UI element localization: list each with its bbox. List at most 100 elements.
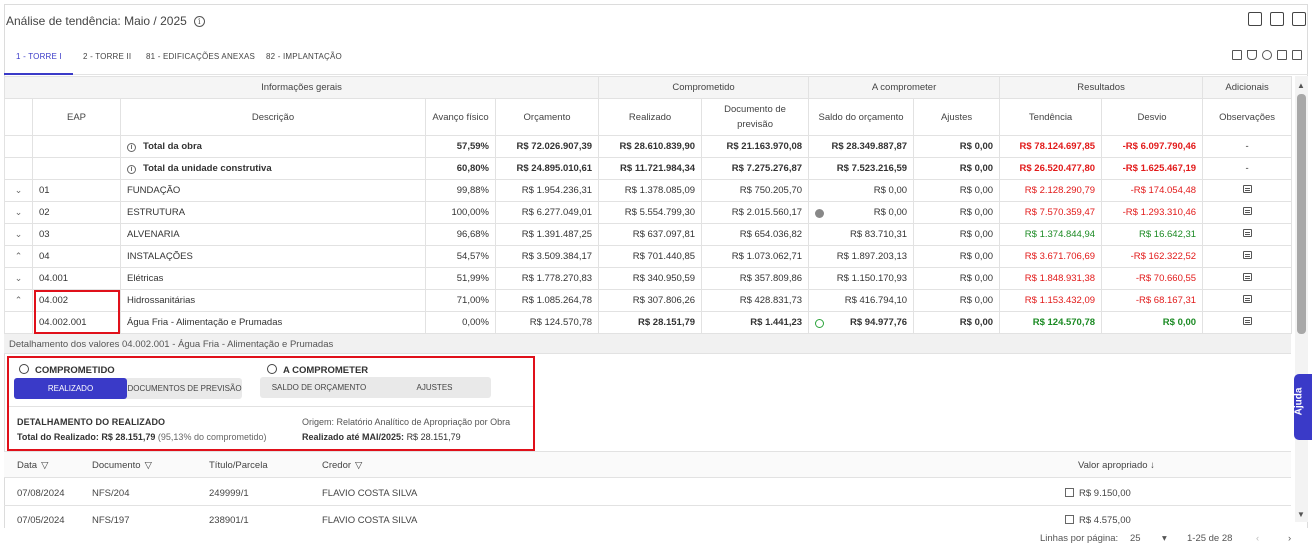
ajustes-cell: R$ 0,00 bbox=[913, 201, 1001, 224]
filter-icon[interactable]: ▽ bbox=[355, 460, 362, 471]
comment-icon[interactable] bbox=[1242, 317, 1252, 325]
observacoes-cell[interactable] bbox=[1202, 223, 1293, 246]
comment-icon[interactable] bbox=[1242, 251, 1252, 259]
export-icon[interactable] bbox=[1270, 12, 1284, 26]
columns-icon[interactable] bbox=[1232, 50, 1242, 60]
info-icon[interactable]: i bbox=[127, 165, 136, 174]
info-icon[interactable]: i bbox=[193, 15, 205, 27]
saldo-orcamento-button[interactable]: SALDO DE ORÇAMENTO bbox=[260, 377, 378, 398]
filter-icon[interactable]: ▽ bbox=[145, 460, 152, 471]
expand-toggle[interactable]: ⌄ bbox=[4, 201, 33, 224]
col-avanco-fisico[interactable]: Avanço físico bbox=[425, 98, 496, 136]
col-saldo-orcamento[interactable]: Saldo do orçamento bbox=[808, 98, 915, 136]
save-icon[interactable] bbox=[1292, 12, 1306, 26]
desvio-cell: -R$ 6.097.790,46 bbox=[1101, 135, 1204, 158]
col-eap[interactable]: EAP bbox=[32, 98, 121, 136]
prev-page-icon[interactable]: ‹ bbox=[1256, 533, 1259, 543]
table-row[interactable]: 04.002.001 Água Fria - Alimentação e Prum… bbox=[4, 311, 1293, 334]
comment-icon[interactable] bbox=[1242, 207, 1252, 215]
col-observacoes[interactable]: Observações bbox=[1202, 98, 1293, 136]
expand-toggle[interactable] bbox=[4, 157, 33, 180]
expand-toggle[interactable]: ⌄ bbox=[4, 223, 33, 246]
col-tendencia[interactable]: Tendência bbox=[999, 98, 1103, 136]
col-descricao[interactable]: Descrição bbox=[120, 98, 426, 136]
comment-icon[interactable] bbox=[1242, 185, 1252, 193]
a-comprometer-icon bbox=[267, 364, 277, 374]
next-page-icon[interactable]: › bbox=[1288, 533, 1291, 543]
eap-cell: 04.001 bbox=[32, 267, 121, 290]
table-row[interactable]: i Total da unidade construtiva 60,80% R$ 24… bbox=[4, 157, 1293, 180]
table-row[interactable]: ⌄ 03 ALVENARIA 96,68% R$ 1.391.487,25 R$ 637.… bbox=[4, 223, 1293, 246]
orcamento-cell: R$ 1.954.236,31 bbox=[494, 179, 600, 202]
help-button[interactable]: Ajuda bbox=[1293, 374, 1312, 440]
observacoes-cell[interactable] bbox=[1202, 201, 1293, 224]
expand-toggle[interactable]: ⌃ bbox=[4, 245, 33, 268]
table-row[interactable]: ⌃ 04 INSTALAÇÕES 54,57% R$ 3.509.384,17 R$ 70… bbox=[4, 245, 1293, 268]
chevron-down-icon[interactable]: ▾ bbox=[1162, 533, 1167, 543]
table-row[interactable]: i Total da obra 57,59% R$ 72.026.907,39 R$ 2… bbox=[4, 135, 1293, 158]
col-documento-previsao[interactable]: Documento de previsão bbox=[701, 98, 810, 136]
descricao-cell: FUNDAÇÃO bbox=[120, 179, 426, 202]
descricao-cell: i Total da obra bbox=[120, 135, 426, 158]
expand-toggle[interactable] bbox=[4, 135, 33, 158]
realizado-cell: R$ 340.950,59 bbox=[598, 267, 703, 290]
active-tab-indicator bbox=[4, 73, 73, 75]
compare-icon[interactable] bbox=[1277, 50, 1287, 60]
scrollbar-thumb[interactable] bbox=[1297, 94, 1306, 334]
comment-icon[interactable] bbox=[1242, 229, 1252, 237]
avanco-cell: 96,68% bbox=[425, 223, 496, 246]
realizado-button[interactable]: REALIZADO bbox=[14, 378, 127, 399]
observacoes-cell[interactable] bbox=[1202, 311, 1293, 334]
sub-col-titulo[interactable]: Título/Parcela bbox=[209, 460, 268, 471]
ajustes-button[interactable]: AJUSTES bbox=[378, 377, 491, 398]
money-settings-icon[interactable] bbox=[1248, 12, 1262, 26]
tab-torre-1[interactable]: 1 - TORRE I bbox=[16, 52, 62, 61]
vertical-scrollbar[interactable]: ▲ ▼ bbox=[1295, 76, 1308, 522]
table-row[interactable]: ⌃ 04.002 Hidrossanitárias 71,00% R$ 1.085.26… bbox=[4, 289, 1293, 312]
group-resultados: Resultados bbox=[999, 76, 1204, 99]
saldo-cell: R$ 0,00 bbox=[808, 201, 915, 224]
saldo-cell: R$ 7.523.216,59 bbox=[808, 157, 915, 180]
col-ajustes[interactable]: Ajustes bbox=[913, 98, 1001, 136]
observacoes-cell[interactable] bbox=[1202, 245, 1293, 268]
documentos-previsao-button[interactable]: DOCUMENTOS DE PREVISÃO bbox=[127, 378, 242, 399]
col-desvio[interactable]: Desvio bbox=[1101, 98, 1204, 136]
observacoes-cell[interactable] bbox=[1202, 289, 1293, 312]
receipt-icon[interactable] bbox=[1065, 515, 1074, 524]
sub-table-row[interactable]: 07/08/2024 NFS/204 249999/1 FLAVIO COSTA… bbox=[4, 479, 1291, 506]
expand-toggle[interactable] bbox=[4, 311, 33, 334]
detail-divider bbox=[9, 406, 533, 407]
keyboard-icon[interactable] bbox=[1292, 50, 1302, 60]
info-icon[interactable]: i bbox=[127, 143, 136, 152]
expand-toggle[interactable]: ⌄ bbox=[4, 179, 33, 202]
observacoes-cell[interactable] bbox=[1202, 267, 1293, 290]
tab-edificacoes-anexas[interactable]: 81 - EDIFICAÇÕES ANEXAS bbox=[146, 52, 255, 61]
sub-col-data[interactable]: Data ▽ bbox=[17, 460, 48, 471]
expand-toggle[interactable]: ⌄ bbox=[4, 267, 33, 290]
filter-icon[interactable]: ▽ bbox=[41, 460, 48, 471]
search-icon[interactable] bbox=[1262, 50, 1272, 60]
sub-col-documento[interactable]: Documento ▽ bbox=[92, 460, 152, 471]
col-orcamento[interactable]: Orçamento bbox=[494, 98, 600, 136]
comment-icon[interactable] bbox=[1242, 273, 1252, 281]
sub-col-valor[interactable]: Valor apropriado ↓ bbox=[1078, 460, 1155, 471]
table-row[interactable]: ⌄ 01 FUNDAÇÃO 99,88% R$ 1.954.236,31 R$ 1.378… bbox=[4, 179, 1293, 202]
tab-torre-2[interactable]: 2 - TORRE II bbox=[83, 52, 131, 61]
scroll-down-icon[interactable]: ▼ bbox=[1297, 510, 1305, 519]
avanco-cell: 99,88% bbox=[425, 179, 496, 202]
observacoes-cell[interactable]: - bbox=[1202, 157, 1293, 180]
comment-icon[interactable] bbox=[1242, 295, 1252, 303]
table-row[interactable]: ⌄ 02 ESTRUTURA 100,00% R$ 6.277.049,01 R$ 5.5… bbox=[4, 201, 1293, 224]
filter-icon[interactable] bbox=[1247, 50, 1257, 60]
tab-implantacao[interactable]: 82 - IMPLANTAÇÃO bbox=[266, 52, 342, 61]
observacoes-cell[interactable]: - bbox=[1202, 135, 1293, 158]
documento-previsao-cell: R$ 654.036,82 bbox=[701, 223, 810, 246]
receipt-icon[interactable] bbox=[1065, 488, 1074, 497]
expand-toggle[interactable]: ⌃ bbox=[4, 289, 33, 312]
rows-per-page-select[interactable]: 25 bbox=[1130, 533, 1141, 543]
observacoes-cell[interactable] bbox=[1202, 179, 1293, 202]
sub-col-credor[interactable]: Credor ▽ bbox=[322, 460, 362, 471]
col-realizado[interactable]: Realizado bbox=[598, 98, 703, 136]
scroll-up-icon[interactable]: ▲ bbox=[1297, 81, 1305, 90]
table-row[interactable]: ⌄ 04.001 Elétricas 51,99% R$ 1.778.270,83 R$ … bbox=[4, 267, 1293, 290]
